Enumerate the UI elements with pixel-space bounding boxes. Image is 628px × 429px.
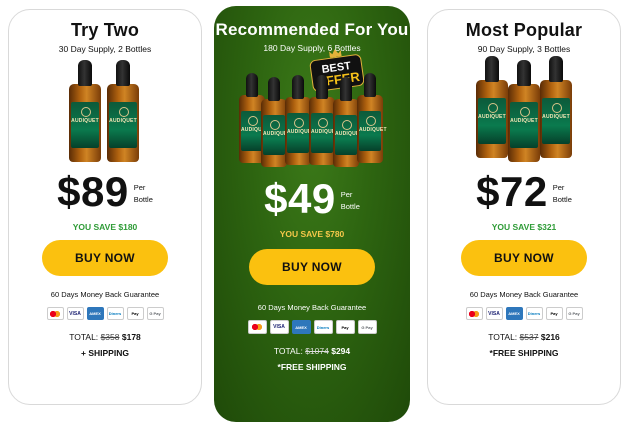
amex-icon: AMEX [86,307,104,320]
apple-pay-icon: Pay [335,320,355,334]
package-card-most-popular: Most Popular 90 Day Supply, 3 Bottles AU… [427,9,621,405]
guarantee-text: 60 Days Money Back Guarantee [469,290,579,299]
bottle-icon: AUDIQUET [285,75,315,165]
apple-pay-icon: Pay [545,307,563,320]
payment-icons: VISA AMEX Diners Pay G Pay [428,307,620,320]
google-pay-icon: G Pay [146,307,164,320]
product-bottles-image: AUDIQUET AUDIQUET [65,60,145,162]
bottle-icon: AUDIQUET [476,56,508,158]
bottle-icon: AUDIQUET [508,60,540,162]
savings-text: YOU SAVE $180 [72,222,138,232]
total-price: TOTAL: $358 $178 [69,332,141,342]
price: $72 [476,168,548,215]
amex-icon: AMEX [505,307,523,320]
per-bottle-label: Per Bottle [133,183,153,204]
mastercard-icon [46,307,64,320]
price: $89 [57,168,129,215]
package-title: Most Popular [465,20,583,40]
package-supply: 90 Day Supply, 3 Bottles [477,44,571,54]
buy-now-button[interactable]: BUY NOW [249,249,375,285]
package-card-try-two: Try Two 30 Day Supply, 2 Bottles AUDIQUE… [8,9,202,405]
mastercard-icon [465,307,483,320]
product-bottles-image: BEST OFFER AUDIQUET AUDIQUET AUDIQUET AU… [237,57,387,167]
package-title: Recommended For You [215,20,409,39]
guarantee-text: 60 Days Money Back Guarantee [257,303,367,312]
package-supply: 180 Day Supply, 6 Bottles [263,43,361,53]
price-row: $89 Per Bottle [9,170,201,214]
shipping-text: *FREE SHIPPING [277,362,347,372]
per-bottle-label: Per Bottle [552,183,572,204]
guarantee-text: 60 Days Money Back Guarantee [50,290,160,299]
savings-text: YOU SAVE $780 [279,229,345,239]
buy-now-button[interactable]: BUY NOW [42,240,168,276]
payment-icons: VISA AMEX Diners Pay G Pay [9,307,201,320]
price-row: $72 Per Bottle [428,170,620,214]
google-pay-icon: G Pay [565,307,583,320]
mastercard-icon [247,320,267,334]
package-supply: 30 Day Supply, 2 Bottles [58,44,152,54]
bottle-icon: AUDIQUET [69,60,101,162]
price-row: $49 Per Bottle [214,177,410,221]
shipping-text: *FREE SHIPPING [489,348,559,358]
google-pay-icon: G Pay [357,320,377,334]
package-card-recommended: Recommended For You 180 Day Supply, 6 Bo… [214,6,410,422]
savings-text: YOU SAVE $321 [491,222,557,232]
payment-icons: VISA AMEX Diners Pay G Pay [214,320,410,334]
buy-now-button[interactable]: BUY NOW [461,240,587,276]
visa-icon: VISA [66,307,84,320]
visa-icon: VISA [485,307,503,320]
product-bottles-image: AUDIQUET AUDIQUET AUDIQUET [476,56,572,162]
price: $49 [264,175,336,222]
bottle-icon: AUDIQUET [540,56,572,158]
amex-icon: AMEX [291,320,311,334]
bottle-icon: AUDIQUET [261,77,291,167]
apple-pay-icon: Pay [126,307,144,320]
bottle-icon: AUDIQUET [107,60,139,162]
bottle-icon: AUDIQUET [357,73,387,163]
bottle-icon: AUDIQUET [333,77,363,167]
visa-icon: VISA [269,320,289,334]
package-title: Try Two [70,20,140,40]
diners-club-icon: Diners [106,307,124,320]
total-price: TOTAL: $1074 $294 [273,346,351,356]
bottle-icon: AUDIQUET [309,75,339,165]
diners-club-icon: Diners [313,320,333,334]
per-bottle-label: Per Bottle [340,190,360,211]
total-price: TOTAL: $537 $216 [488,332,560,342]
diners-club-icon: Diners [525,307,543,320]
shipping-text: + SHIPPING [81,348,129,358]
